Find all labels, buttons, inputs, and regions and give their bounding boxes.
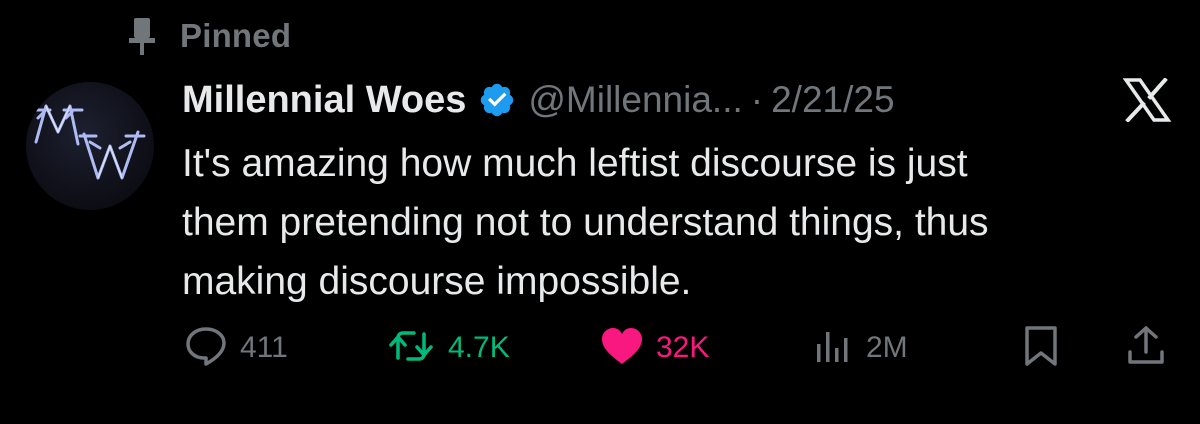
share-icon xyxy=(1124,324,1168,373)
pinned-indicator: Pinned xyxy=(124,14,291,58)
tweet-date[interactable]: 2/21/25 xyxy=(771,79,894,121)
x-logo-icon xyxy=(1122,77,1172,123)
author-display-name[interactable]: Millennial Woes xyxy=(182,79,466,122)
author-handle[interactable]: @Millennia... xyxy=(528,79,742,121)
reply-count: 411 xyxy=(240,331,288,364)
retweet-icon xyxy=(386,324,436,373)
retweet-count: 4.7K xyxy=(448,331,510,364)
reply-icon xyxy=(184,324,228,373)
tweet-text-line: making discourse impossible. xyxy=(182,260,692,303)
views-button[interactable]: 2M xyxy=(814,318,908,378)
views-icon xyxy=(814,326,854,371)
reply-button[interactable]: 411 xyxy=(184,318,288,378)
like-icon xyxy=(600,326,644,371)
tweet-text-line: them pretending not to understand things… xyxy=(182,201,989,244)
pinned-tweet[interactable]: Pinned Millennial Woes @Millennia... · 2… xyxy=(0,0,1200,424)
bookmark-icon xyxy=(1022,324,1060,373)
retweet-button[interactable]: 4.7K xyxy=(386,318,510,378)
tweet-text-line: It's amazing how much leftist discourse … xyxy=(182,142,968,185)
like-count: 32K xyxy=(656,331,710,364)
verified-badge-icon[interactable] xyxy=(478,81,516,119)
share-button[interactable] xyxy=(1124,318,1168,378)
pinned-label: Pinned xyxy=(180,17,292,54)
tweet-header: Millennial Woes @Millennia... · 2/21/25 xyxy=(182,72,895,128)
tweet-text: It's amazing how much leftist discourse … xyxy=(182,134,1172,311)
header-separator: · xyxy=(750,79,764,120)
tweet-actions: 411 4.7K 32K 2M xyxy=(0,318,1200,378)
like-button[interactable]: 32K xyxy=(600,318,709,378)
view-count: 2M xyxy=(866,331,908,364)
pin-icon xyxy=(124,16,162,56)
avatar[interactable] xyxy=(26,82,154,210)
bookmark-button[interactable] xyxy=(1022,318,1060,378)
